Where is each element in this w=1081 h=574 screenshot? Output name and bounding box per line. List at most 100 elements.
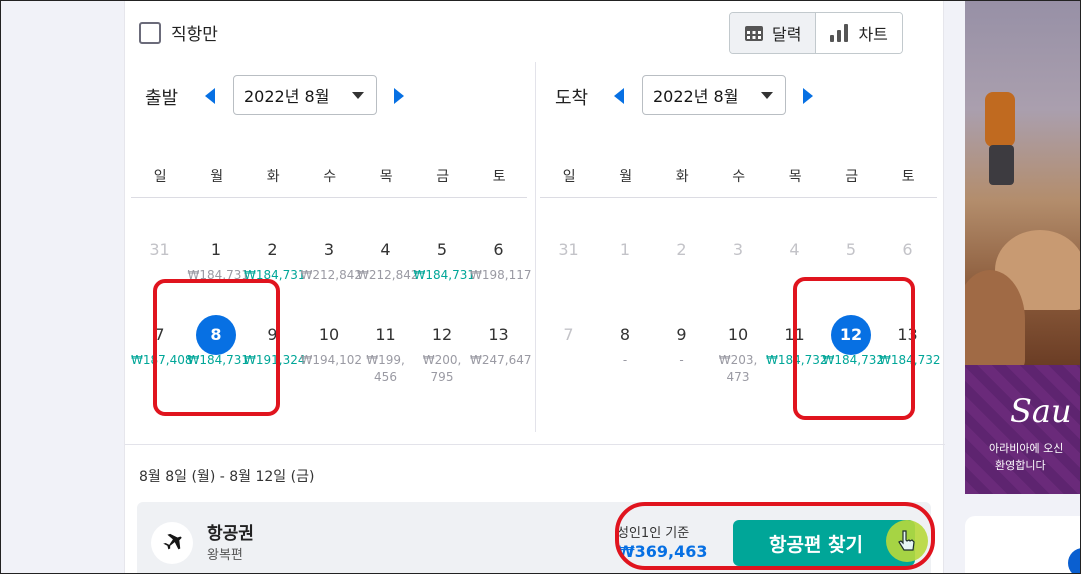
arrive-month-value: 2022년 8월 — [653, 87, 739, 106]
checkbox-box[interactable] — [139, 21, 161, 44]
date-number: 9 — [267, 325, 278, 344]
depart-prev-month-icon[interactable] — [205, 88, 215, 104]
date-price: ₩184,731 — [244, 268, 306, 282]
date-number: 7 — [154, 325, 165, 344]
calendar-view-label: 달력 — [772, 25, 802, 44]
selected-date-cell[interactable]: 12 ₩184,732 — [823, 315, 884, 369]
weekday-label: 금 — [845, 169, 859, 185]
trip-type: 왕복편 — [207, 548, 243, 563]
date-price: ₩203, — [718, 353, 758, 367]
date-cell[interactable]: 1 ₩184,731 — [188, 233, 250, 284]
date-cell[interactable]: 9- — [653, 318, 710, 369]
ad-text-line2: 환영합니다 — [995, 459, 1046, 472]
date-cell[interactable]: 10 ₩194,102 — [300, 318, 363, 369]
date-cell[interactable]: 11 ₩184,732 — [766, 318, 828, 369]
weekday-label: 목 — [788, 169, 802, 185]
date-price: ₩184,732 — [879, 353, 941, 367]
date-number: 3 — [732, 240, 744, 259]
price-basis: 성인1인 기준 — [617, 526, 690, 541]
selected-date-circle: 12 — [831, 315, 871, 355]
bar-chart-icon — [830, 24, 850, 42]
depart-next-month-icon[interactable] — [394, 88, 404, 104]
direct-only-checkbox[interactable]: 직항만 — [139, 20, 218, 45]
arrive-prev-month-icon[interactable] — [614, 88, 624, 104]
flight-title: 항공권 — [207, 524, 254, 544]
date-cell[interactable]: 4 ₩212,842 — [357, 233, 419, 284]
arrive-next-month-icon[interactable] — [803, 88, 813, 104]
date-cell[interactable]: 12 ₩200, 795 — [414, 318, 471, 386]
date-cell: 31 — [540, 233, 597, 267]
ad-text-line1: 아라비아에 오신 — [989, 442, 1064, 455]
date-number: 8 — [188, 315, 245, 355]
calendar-icon — [745, 26, 763, 41]
arrive-month-select[interactable]: 2022년 8월 — [642, 75, 786, 115]
depart-month-select[interactable]: 2022년 8월 — [233, 75, 377, 115]
date-price: ₩247,647 — [470, 353, 532, 367]
date-number: 8 — [619, 325, 631, 344]
date-price: ₩200, — [422, 353, 462, 367]
date-price: 456 — [374, 370, 397, 384]
date-number: 5 — [845, 240, 857, 259]
date-number: 11 — [375, 325, 396, 344]
date-cell[interactable]: 10 ₩203, 473 — [710, 318, 767, 386]
ad-person-legs — [989, 145, 1014, 185]
date-cell[interactable]: 6 ₩198,117 — [470, 233, 532, 284]
weekday-label: 월 — [619, 169, 633, 185]
date-number: 6 — [902, 240, 913, 259]
date-price: 473 — [726, 370, 750, 384]
date-number: 3 — [323, 240, 335, 259]
depart-month-value: 2022년 8월 — [244, 87, 330, 106]
weekday-label: 일 — [562, 169, 576, 185]
date-price: ₩198,117 — [470, 268, 532, 282]
date-cell[interactable]: 7 ₩187,408 — [131, 318, 193, 369]
ad-logo-text: Sau — [1010, 392, 1072, 430]
date-number: 9 — [676, 325, 687, 344]
date-cell[interactable]: 2 ₩184,731 — [244, 233, 306, 284]
side-card — [965, 516, 1081, 574]
weekday-label: 일 — [153, 169, 167, 185]
date-cell: 1 — [597, 233, 654, 267]
date-cell[interactable]: 13 ₩247,647 — [470, 318, 532, 369]
weekday-label: 토 — [901, 169, 915, 185]
depart-title: 출발 — [145, 88, 179, 109]
date-number: 13 — [897, 325, 918, 344]
date-cell[interactable]: 8- — [597, 318, 654, 369]
date-price: ₩187,408 — [131, 353, 193, 367]
date-number: 12 — [431, 325, 453, 344]
advertisement-banner[interactable]: Sau 아라비아에 오신 환영합니다 — [965, 0, 1081, 494]
direct-only-label: 직항만 — [171, 25, 218, 45]
ad-person — [985, 92, 1015, 147]
chart-view-label: 차트 — [858, 25, 888, 44]
date-number: 6 — [493, 240, 504, 259]
date-number: 11 — [784, 325, 805, 344]
date-price: ₩194,102 — [300, 353, 363, 367]
date-cell[interactable]: 9 ₩191,324 — [244, 318, 306, 369]
date-cell[interactable]: 5 ₩184,731 — [414, 233, 476, 284]
date-price: ₩212,842 — [357, 268, 419, 282]
date-number: 13 — [488, 325, 509, 344]
arrive-weekday-header: 일월화수목금토 — [541, 166, 937, 186]
depart-weekday-divider — [131, 197, 527, 198]
date-cell[interactable]: 11 ₩199, 456 — [357, 318, 414, 386]
date-number: 4 — [789, 240, 800, 259]
date-cell[interactable]: 13 ₩184,732 — [879, 318, 941, 369]
date-cell: 5 — [823, 233, 880, 267]
date-cell[interactable]: 3 ₩212,842 — [301, 233, 363, 284]
date-price: ₩191,324 — [244, 353, 306, 367]
date-number: 7 — [563, 325, 574, 344]
calendar-panel: 직항만 달력 차트 출발 2022년 8월 일월화수목금토 31 1 ₩184,73… — [124, 0, 945, 574]
date-price: ₩184,732 — [766, 353, 828, 367]
date-number: 31 — [558, 240, 579, 259]
date-number: 31 — [149, 240, 170, 259]
chart-view-button[interactable]: 차트 — [816, 13, 902, 53]
date-number: 1 — [619, 240, 631, 259]
date-number: 10 — [318, 325, 340, 344]
date-price: 795 — [430, 370, 454, 384]
date-cell: 7 — [540, 318, 597, 352]
arrive-weekday-divider — [540, 197, 937, 198]
calendar-view-button[interactable]: 달력 — [730, 13, 817, 53]
selected-date-cell[interactable]: 8 ₩184,731 — [188, 315, 249, 369]
chevron-down-icon — [352, 91, 364, 99]
date-range-text: 8월 8일 (월) - 8월 12일 (금) — [139, 469, 315, 485]
date-cell: 6 — [879, 233, 936, 267]
